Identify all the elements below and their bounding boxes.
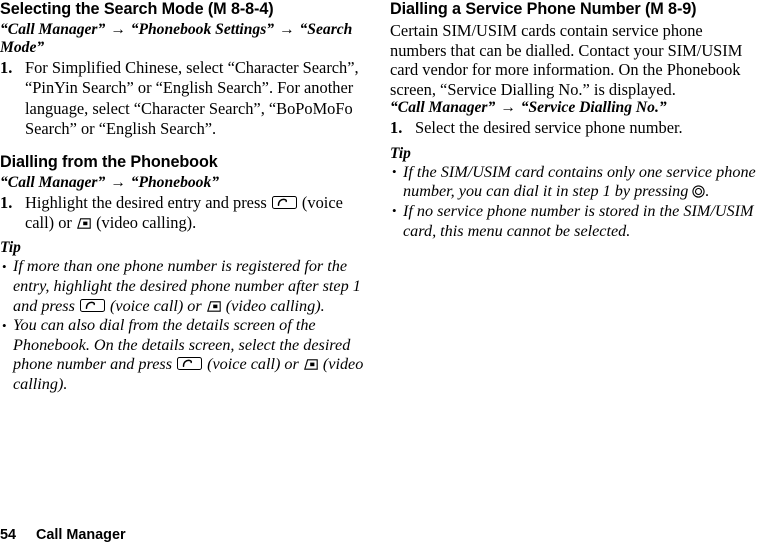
- breadcrumb: “Call Manager” → “Service Dialling No.”: [390, 99, 758, 117]
- list-item: If more than one phone number is registe…: [0, 257, 372, 316]
- list-item: You can also dial from the details scree…: [0, 316, 372, 394]
- tip-title: Tip: [390, 144, 411, 162]
- breadcrumb: “Call Manager” → “Phonebook”: [0, 174, 372, 192]
- video-call-key-icon: [303, 359, 318, 371]
- page-footer: 54 Call Manager: [0, 527, 126, 544]
- section-title-dialling-from-phonebook: Dialling from the Phonebook: [0, 152, 218, 171]
- tip-list: If more than one phone number is registe…: [0, 257, 372, 394]
- voice-call-key-icon: [177, 357, 203, 371]
- video-call-key-icon: [206, 300, 221, 312]
- list-item: If no service phone number is stored in …: [390, 201, 758, 241]
- center-select-key-icon: [692, 185, 706, 199]
- section-title-dialling-service-number: Dialling a Service Phone Number (M 8-9): [390, 0, 697, 18]
- right-column: Dialling a Service Phone Number (M 8-9) …: [390, 0, 758, 241]
- breadcrumb-arrow-1: →: [500, 99, 516, 117]
- step-text-segment: (video calling).: [91, 213, 197, 233]
- breadcrumb-arrow-1: →: [110, 173, 126, 191]
- step-item: 1. For Simplified Chinese, select “Chara…: [0, 58, 372, 140]
- breadcrumb-part-1: “Call Manager”: [0, 173, 106, 191]
- footer-section-name: Call Manager: [36, 527, 126, 543]
- tip-text-segment: If no service phone number is stored in …: [403, 201, 754, 240]
- step-number: 1.: [0, 192, 13, 212]
- breadcrumb-arrow-2: →: [279, 21, 295, 38]
- step-number: 1.: [0, 58, 13, 77]
- breadcrumb: “Call Manager” → “Phonebook Settings” → …: [0, 21, 372, 57]
- breadcrumb-part-2: “Service Dialling No.”: [520, 99, 667, 117]
- step-text: Highlight the desired entry and press (v…: [25, 193, 372, 234]
- breadcrumb-part-2: “Phonebook Settings”: [130, 21, 275, 38]
- step-text: Select the desired service phone number.: [415, 118, 683, 138]
- step-text-segment: Highlight the desired entry and press: [25, 192, 271, 212]
- tip-title: Tip: [0, 239, 21, 257]
- voice-call-key-icon: [271, 195, 297, 209]
- step-item: 1. Select the desired service phone numb…: [390, 118, 758, 138]
- breadcrumb-part-2: “Phonebook”: [130, 173, 220, 191]
- video-call-key-icon: [77, 218, 91, 229]
- tip-text-segment: (voice call) or: [105, 296, 206, 315]
- step-text: For Simplified Chinese, select “Characte…: [25, 58, 359, 139]
- list-item: If the SIM/USIM card contains only one s…: [390, 162, 758, 202]
- page-title: Selecting the Search Mode (M 8-8-4): [0, 0, 274, 18]
- left-column: Selecting the Search Mode (M 8-8-4) “Cal…: [0, 0, 372, 395]
- breadcrumb-part-1: “Call Manager”: [0, 21, 106, 38]
- step-item: 1. Highlight the desired entry and press…: [0, 193, 372, 234]
- breadcrumb-part-1: “Call Manager”: [390, 99, 496, 117]
- manual-page: Selecting the Search Mode (M 8-8-4) “Cal…: [0, 0, 758, 552]
- page-number: 54: [0, 527, 17, 543]
- tip-text-segment: .: [705, 182, 710, 201]
- voice-call-key-icon: [79, 298, 105, 312]
- tip-text-segment: (video calling).: [221, 296, 325, 315]
- intro-paragraph: Certain SIM/USIM cards contain service p…: [390, 21, 743, 99]
- tip-list: If the SIM/USIM card contains only one s…: [390, 162, 758, 241]
- breadcrumb-arrow-1: →: [110, 21, 126, 38]
- tip-text-segment: (voice call) or: [203, 355, 303, 374]
- step-number: 1.: [390, 118, 403, 138]
